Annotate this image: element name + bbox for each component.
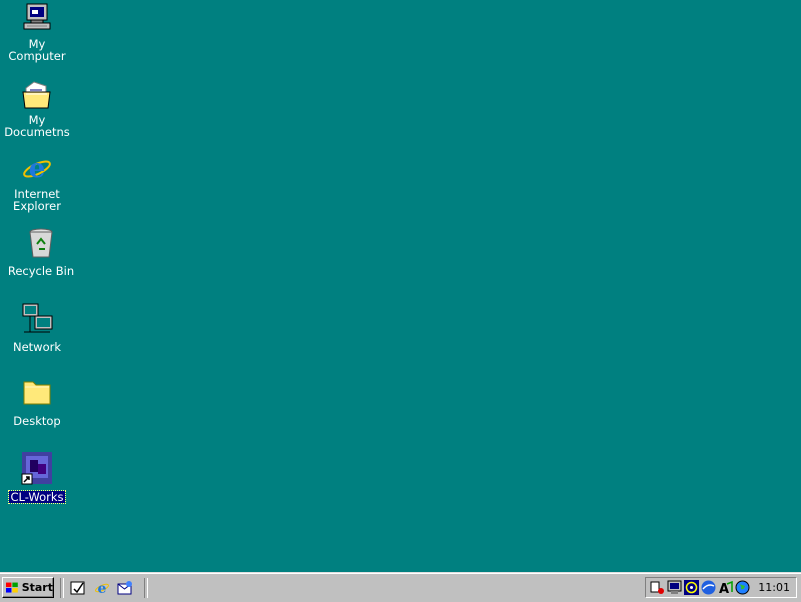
icon-label: Recycle Bin xyxy=(7,264,75,278)
windows-logo-icon xyxy=(6,582,18,593)
icon-label: CL-Works xyxy=(8,490,66,504)
cl-works-app-icon xyxy=(20,452,54,486)
start-label: Start xyxy=(21,581,53,594)
desktop-folder-icon[interactable]: Desktop xyxy=(0,376,74,429)
volume-icon[interactable] xyxy=(650,580,665,595)
computer-icon xyxy=(20,2,54,36)
folder-icon xyxy=(20,376,54,410)
network-icon[interactable] xyxy=(701,580,716,595)
icon-label: Network xyxy=(12,340,62,354)
icon-label: Internet Explorer xyxy=(13,187,61,213)
taskbar-separator xyxy=(60,578,64,598)
system-tray: A 11:01 xyxy=(645,577,797,598)
documents-folder-icon xyxy=(20,78,54,112)
desktop[interactable]: My Computer My Documetns e Internet Explore… xyxy=(0,0,801,572)
icon-label: My Documetns xyxy=(4,113,70,139)
recycle-bin-desktop-icon[interactable]: Recycle Bin xyxy=(4,226,78,279)
taskbar-clock[interactable]: 11:01 xyxy=(758,581,790,594)
globe-icon[interactable] xyxy=(735,580,750,595)
internet-explorer-icon: e xyxy=(20,152,54,186)
svg-text:e: e xyxy=(98,581,107,596)
network-desktop-icon[interactable]: Network xyxy=(0,302,74,355)
show-desktop-icon[interactable] xyxy=(70,580,86,596)
taskbar: Start e A 11:01 xyxy=(0,572,801,602)
start-button[interactable]: Start xyxy=(2,577,54,598)
svg-text:e: e xyxy=(29,154,46,184)
internet-explorer-icon[interactable]: e xyxy=(94,580,110,597)
my-documents-desktop-icon[interactable]: My Documetns xyxy=(0,78,74,140)
taskbar-separator xyxy=(144,578,148,598)
font-icon[interactable]: A xyxy=(718,580,733,597)
my-computer-desktop-icon[interactable]: My Computer xyxy=(0,2,74,64)
network-computers-icon xyxy=(20,302,54,336)
display-icon[interactable] xyxy=(667,580,682,595)
cl-works-desktop-icon[interactable]: CL-Works xyxy=(0,452,74,505)
icon-label: Desktop xyxy=(13,414,61,428)
outlook-express-icon[interactable] xyxy=(117,580,133,596)
recycle-bin-icon xyxy=(24,226,58,260)
internet-explorer-desktop-icon[interactable]: e Internet Explorer xyxy=(0,152,74,214)
icon-label: My Computer xyxy=(8,37,66,63)
media-icon[interactable] xyxy=(684,580,699,595)
